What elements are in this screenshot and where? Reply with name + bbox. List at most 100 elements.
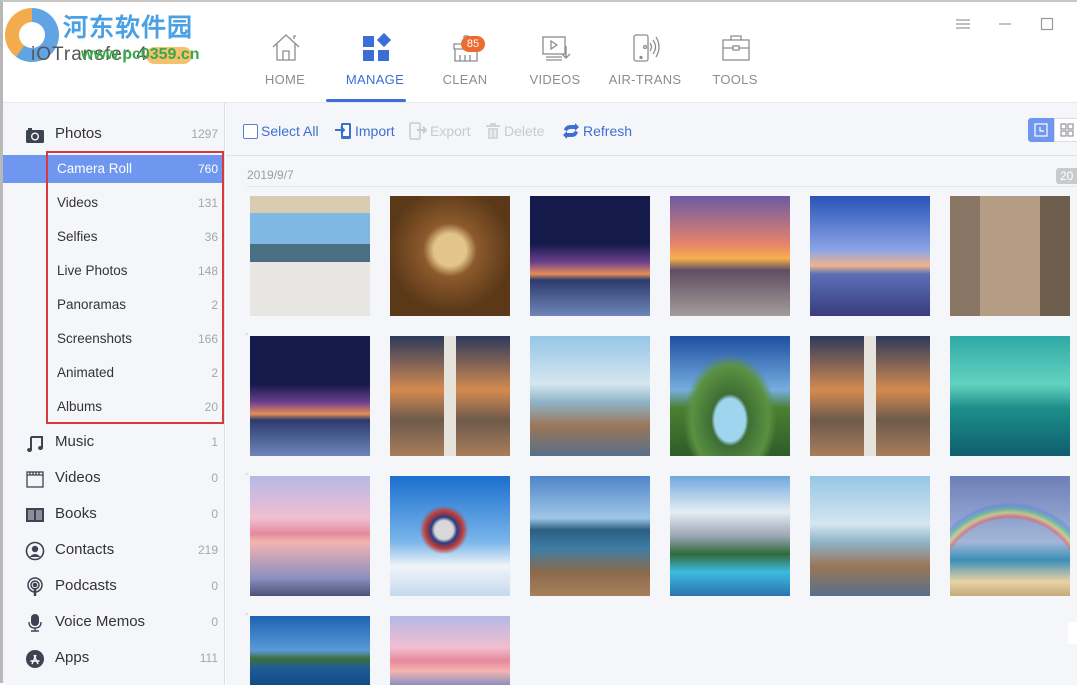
nav-videos-label: VIDEOS <box>529 72 581 87</box>
photo-thumbnail[interactable] <box>810 336 930 456</box>
sidebar-item-count: 1297 <box>191 127 218 141</box>
sidebar-subitem-count: 760 <box>197 162 218 176</box>
nav-clean[interactable]: CLEAN <box>420 20 510 102</box>
sidebar-item-podcasts[interactable]: Podcasts 0 <box>3 569 224 603</box>
sidebar-subitem-live-photos[interactable]: Live Photos 148 <box>3 257 224 285</box>
photo-thumbnail[interactable] <box>390 336 510 456</box>
sidebar-item-count: 0 <box>211 471 218 485</box>
sidebar-item-count: 0 <box>211 507 218 521</box>
import-label: Import <box>355 123 395 139</box>
sidebar-item-voice-memos[interactable]: Voice Memos 0 <box>3 605 224 639</box>
select-all-checkbox[interactable] <box>243 123 258 139</box>
sidebar-item-music[interactable]: Music 1 <box>3 425 224 459</box>
sidebar-subitem-count: 36 <box>204 230 218 244</box>
export-button[interactable]: Export <box>409 121 470 141</box>
row-separator-mark: ˊ <box>245 473 249 484</box>
camera-icon <box>26 128 44 143</box>
sidebar-subitem-count: 2 <box>211 298 218 312</box>
sidebar-subitem-count: 148 <box>197 264 218 278</box>
contact-icon <box>25 541 45 561</box>
photo-thumbnail[interactable] <box>390 616 510 685</box>
home-icon <box>272 34 300 61</box>
photo-thumbnail[interactable] <box>250 196 370 316</box>
sidebar-subitem-count: 20 <box>204 400 218 414</box>
top-header: 河东软件园 iOTransfer 4 www.pc0359.cn HOME MA… <box>3 2 1077 103</box>
sidebar-subitem-label: Albums <box>57 399 103 414</box>
sidebar-item-label: Photos <box>55 125 102 142</box>
sidebar-item-count: 111 <box>199 651 218 665</box>
main-content: Select All Import Export Delete Refresh <box>226 103 1077 685</box>
photo-thumbnail[interactable] <box>530 196 650 316</box>
photo-thumbnail[interactable] <box>670 196 790 316</box>
nav-manage[interactable]: MANAGE <box>330 20 420 102</box>
nav-tools[interactable]: TOOLS <box>690 20 780 102</box>
timeline-view-button[interactable] <box>1028 118 1054 142</box>
photo-thumbnail[interactable] <box>530 476 650 596</box>
grid-icon <box>1060 123 1074 137</box>
delete-button[interactable]: Delete <box>485 121 544 141</box>
nav-air-trans[interactable]: AIR-TRANS <box>600 20 690 102</box>
nav-clean-label: CLEAN <box>442 72 488 87</box>
trash-icon <box>486 123 500 139</box>
sidebar-item-label: Contacts <box>55 541 115 558</box>
sidebar-item-apps[interactable]: Apps 111 <box>3 641 224 675</box>
clean-count-badge: 85 <box>461 36 485 52</box>
sidebar-item-label: Videos <box>55 469 101 486</box>
phone-wireless-icon <box>633 34 660 62</box>
import-button[interactable]: Import <box>334 121 395 141</box>
grid-view-button[interactable] <box>1054 118 1077 142</box>
photo-thumbnail[interactable] <box>250 616 370 685</box>
watermark-url: www.pc0359.cn <box>81 46 200 63</box>
photo-thumbnail[interactable] <box>250 336 370 456</box>
microphone-icon <box>28 614 42 632</box>
scrollbar-thumb[interactable] <box>1068 622 1077 644</box>
nav-air-trans-label: AIR-TRANS <box>608 72 682 87</box>
sidebar-item-label: Apps <box>55 649 90 666</box>
nav-videos[interactable]: VIDEOS <box>510 20 600 102</box>
nav-home[interactable]: HOME <box>240 20 330 102</box>
logo-area: 河东软件园 iOTransfer 4 www.pc0359.cn <box>3 4 233 74</box>
menu-icon[interactable] <box>955 16 971 32</box>
row-separator-mark: ˊ <box>245 613 249 624</box>
refresh-icon <box>563 123 579 139</box>
sidebar-subitem-animated[interactable]: Animated 2 <box>3 359 224 387</box>
clock-icon <box>1034 123 1048 137</box>
sidebar-item-label: Music <box>55 433 95 450</box>
sidebar-item-label: Voice Memos <box>55 613 146 630</box>
sidebar-subitem-albums[interactable]: Albums 20 <box>3 393 224 421</box>
manage-grid-icon <box>363 32 392 61</box>
refresh-label: Refresh <box>583 123 633 139</box>
select-all-button[interactable]: Select All <box>243 121 319 141</box>
sidebar-item-videos[interactable]: Videos 0 <box>3 461 224 495</box>
sidebar-subitem-camera-roll[interactable]: Camera Roll 760 <box>3 155 224 183</box>
sidebar-subitem-videos[interactable]: Videos 131 <box>3 189 224 217</box>
photo-thumbnail[interactable] <box>390 196 510 316</box>
sidebar-subitem-panoramas[interactable]: Panoramas 2 <box>3 291 224 319</box>
photo-thumbnail[interactable] <box>950 476 1070 596</box>
photo-thumbnail[interactable] <box>530 336 650 456</box>
export-icon <box>409 122 427 140</box>
sidebar-subitem-screenshots[interactable]: Screenshots 166 <box>3 325 224 353</box>
photo-thumbnail[interactable] <box>390 476 510 596</box>
music-note-icon <box>27 436 43 452</box>
photo-thumbnail[interactable] <box>670 336 790 456</box>
sidebar-item-contacts[interactable]: Contacts 219 <box>3 533 224 567</box>
nav-manage-label: MANAGE <box>345 72 405 87</box>
photo-thumbnail[interactable] <box>810 476 930 596</box>
sidebar-item-books[interactable]: Books 0 <box>3 497 224 531</box>
photo-thumbnail[interactable] <box>250 476 370 596</box>
photo-thumbnail[interactable] <box>950 336 1070 456</box>
photo-thumbnail[interactable] <box>810 196 930 316</box>
photo-thumbnail[interactable] <box>950 196 1070 316</box>
sidebar-subitem-count: 131 <box>197 196 218 210</box>
refresh-button[interactable]: Refresh <box>562 121 632 141</box>
video-download-icon <box>542 36 571 61</box>
nav-home-label: HOME <box>264 72 306 87</box>
photo-thumbnail[interactable] <box>670 476 790 596</box>
sidebar-item-photos[interactable]: Photos 1297 <box>3 117 224 151</box>
date-group-label: 2019/9/7 <box>247 168 294 182</box>
sidebar-subitem-count: 2 <box>211 366 218 380</box>
sidebar-subitem-selfies[interactable]: Selfies 36 <box>3 223 224 251</box>
minimize-icon[interactable] <box>997 16 1013 32</box>
maximize-icon[interactable] <box>1039 16 1055 32</box>
